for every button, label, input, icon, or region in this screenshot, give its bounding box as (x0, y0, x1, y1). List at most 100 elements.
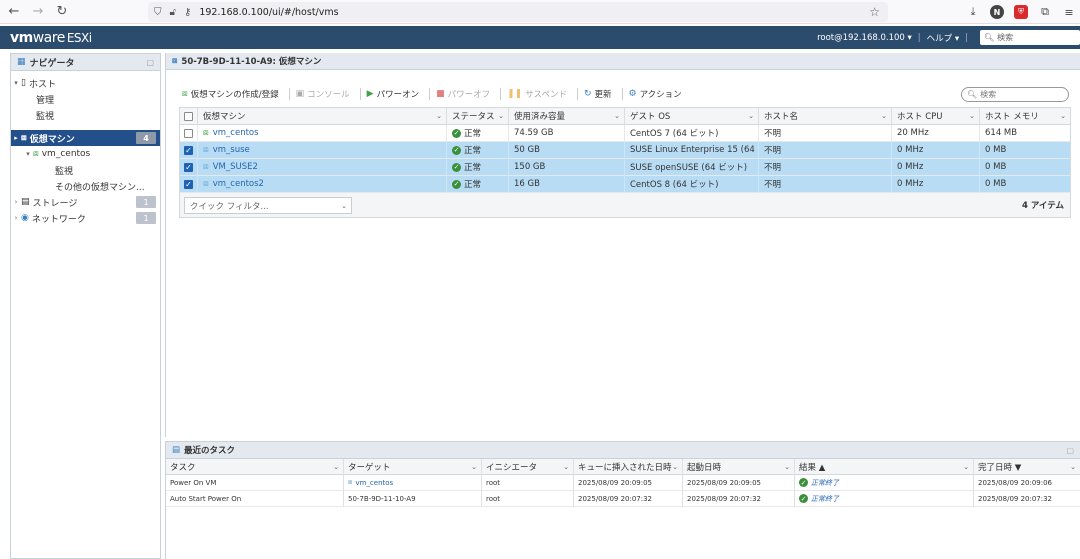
col-host-cpu[interactable]: ホスト CPU ⌄ (892, 107, 980, 125)
col-host-memory[interactable]: ホスト メモリ ⌄ (980, 108, 1070, 125)
navigator-icon: ▦ (17, 57, 26, 67)
table-footer: クイック フィルタ... ⌄ 4 アイテム (180, 193, 1070, 217)
nav-vm-monitor[interactable]: 監視 (11, 162, 160, 178)
reload-icon[interactable]: ↻ (52, 2, 72, 22)
col-guest-os[interactable]: ゲスト OS ⌄ (625, 107, 759, 125)
bookmark-star-icon[interactable]: ☆ (869, 5, 880, 19)
expand-arrow-icon[interactable]: › (11, 214, 21, 222)
collapse-icon[interactable]: ▢ (1066, 446, 1074, 455)
vm-list-panel: ⧈ 50-7B-9D-11-10-A9: 仮想マシン ⧈ 仮想マシンの作成/登録 … (165, 53, 1080, 437)
vm-running-icon: ⧈ (203, 128, 209, 138)
check-circle-icon: ✓ (452, 162, 461, 172)
refresh-button[interactable]: ↻ 更新 (584, 88, 612, 100)
address-bar[interactable]: ⛉ 🔓︎ ⚷ 192.168.0.100/ui/#/host/vms ☆ (148, 2, 888, 22)
expand-arrow-icon[interactable]: ▸ (11, 134, 21, 142)
nav-host[interactable]: ▾ ▯ ホスト (11, 75, 160, 91)
col-used-space[interactable]: 使用済み容量 ⌄ (509, 107, 625, 125)
vm-name-cell[interactable]: ⧈ vm_centos (198, 124, 447, 142)
task-row[interactable]: Power On VM ⧈ vm_centos root 2025/08/09 2… (166, 474, 1080, 491)
quick-filter-dropdown[interactable]: クイック フィルタ... ⌄ (184, 197, 352, 214)
actions-button[interactable]: ⚙ アクション (629, 88, 682, 100)
pause-icon: ❚❚ (507, 89, 523, 99)
host-memory-cell: 0 MB (985, 179, 1007, 189)
vm-group-icon: ⧈ (172, 56, 178, 66)
create-vm-button[interactable]: ⧈ 仮想マシンの作成/登録 (182, 88, 279, 100)
suspend-button[interactable]: ❚❚ サスペンド (507, 88, 567, 100)
nav-other-vms[interactable]: その他の仮想マシン... (11, 178, 160, 194)
check-circle-icon: ✓ (799, 478, 808, 487)
row-checkbox[interactable] (180, 124, 198, 142)
col-status[interactable]: ステータス ⌄ (447, 107, 509, 125)
task-row[interactable]: Auto Start Power On 50-7B-9D-11-10-A9 ro… (166, 490, 1080, 507)
vmware-logo: vmware ESXi (10, 29, 92, 46)
col-task[interactable]: タスク ⌄ (166, 458, 344, 475)
status-cell: ✓ 正常 (447, 124, 509, 142)
col-target[interactable]: ターゲット ⌄ (344, 458, 482, 475)
host-cpu-cell: 0 MHz (892, 175, 980, 193)
extension-shield-icon[interactable]: ⛨ (1014, 5, 1028, 19)
table-row[interactable]: ⧈ vm_centos ✓ 正常 74.59 GB CentOS 7 (64 ビット… (180, 124, 1070, 142)
host-cpu-cell: 20 MHz (892, 124, 980, 142)
search-icon: 🔍︎ (984, 33, 995, 42)
extensions-puzzle-icon[interactable]: ⧉ (1038, 5, 1052, 19)
table-row[interactable]: ✓ ⧈ VM_SUSE2 ✓ 正常 150 GB SUSE openSUSE (64… (180, 158, 1070, 176)
expand-arrow-icon[interactable]: ▾ (23, 150, 33, 158)
vm-name-cell[interactable]: ⧈ vm_centos2 (198, 175, 447, 193)
nav-host-manage[interactable]: 管理 (11, 91, 160, 107)
host-name-cell: 不明 (759, 175, 892, 193)
extension-n-icon[interactable]: N (990, 5, 1004, 19)
vm-name-cell[interactable]: ⧈ vm_suse (198, 141, 447, 159)
host-cpu-cell: 0 MHz (892, 141, 980, 159)
col-initiator[interactable]: イニシエータ ⌄ (482, 458, 574, 475)
download-icon[interactable]: ⤓ (966, 5, 980, 19)
col-result[interactable]: 結果 ▲ ⌄ (795, 458, 974, 475)
expand-arrow-icon[interactable]: › (11, 198, 21, 206)
nav-storage[interactable]: › ▤ ストレージ 1 (11, 194, 160, 210)
vm-search-input[interactable]: 🔍︎ 検索 (961, 87, 1069, 102)
nav-vm-centos[interactable]: ▾ ⧈ vm_centos (11, 146, 160, 162)
refresh-icon: ↻ (583, 89, 592, 99)
forward-icon[interactable]: → (28, 2, 48, 22)
check-circle-icon: ✓ (452, 179, 461, 189)
select-all-checkbox[interactable] (180, 107, 198, 125)
col-queued[interactable]: キューに挿入された日時 ⌄ (574, 458, 683, 475)
collapse-icon[interactable]: ▢ (146, 58, 154, 67)
col-completed[interactable]: 完了日時 ▼ ⌄ (974, 459, 1080, 475)
recent-tasks-panel: ▤ 最近のタスク ▢ タスク ⌄ ターゲット ⌄ イニシエータ ⌄ キューに挿入された… (165, 441, 1080, 559)
back-icon[interactable]: ← (4, 2, 24, 22)
expand-arrow-icon[interactable]: ▾ (11, 79, 21, 87)
check-circle-icon: ✓ (799, 494, 808, 503)
page-title: ⧈ 50-7B-9D-11-10-A9: 仮想マシン (166, 53, 1080, 70)
menu-icon[interactable]: ≡ (1062, 5, 1076, 19)
row-checkbox[interactable]: ✓ (180, 175, 198, 193)
used-space-cell: 50 GB (509, 141, 625, 159)
header-search-input[interactable]: 🔍︎ 検索 (980, 30, 1080, 45)
initiator-cell: root (482, 490, 574, 507)
col-vm-name[interactable]: 仮想マシン ⌄ (198, 107, 447, 125)
vm-name-cell[interactable]: ⧈ VM_SUSE2 (198, 158, 447, 176)
create-vm-icon: ⧈ (182, 89, 188, 99)
status-cell: ✓ 正常 (447, 158, 509, 176)
completed-cell: 2025/08/09 20:09:06 (978, 478, 1053, 487)
vm-table: 仮想マシン ⌄ ステータス ⌄ 使用済み容量 ⌄ ゲスト OS ⌄ ホスト名 ⌄ ホスト … (179, 107, 1071, 218)
table-row[interactable]: ✓ ⧈ vm_suse ✓ 正常 50 GB SUSE Linux Enterpri… (180, 141, 1070, 159)
check-circle-icon: ✓ (452, 145, 461, 155)
row-checkbox[interactable]: ✓ (180, 141, 198, 159)
user-menu[interactable]: root@192.168.0.100 ▾ (817, 33, 912, 43)
nav-host-monitor[interactable]: 監視 (11, 107, 160, 123)
vm-off-icon: ⧈ (203, 145, 209, 155)
power-off-button[interactable]: ■ パワーオフ (436, 88, 490, 100)
target-cell[interactable]: ⧈ vm_centos (344, 474, 482, 491)
power-on-button[interactable]: ▶ パワーオン (367, 88, 419, 100)
target-cell[interactable]: 50-7B-9D-11-10-A9 (344, 490, 482, 507)
row-checkbox[interactable]: ✓ (180, 158, 198, 176)
network-count-badge: 1 (136, 212, 156, 224)
nav-virtual-machines[interactable]: ▸ ⧈ 仮想マシン 4 (11, 130, 160, 146)
nav-network[interactable]: › ◉ ネットワーク 1 (11, 210, 160, 226)
console-button[interactable]: ▣ コンソール (296, 88, 350, 100)
result-cell: ✓ 正常終了 (795, 490, 974, 507)
col-host-name[interactable]: ホスト名 ⌄ (759, 107, 892, 125)
help-menu[interactable]: ヘルプ ▾ (927, 32, 959, 44)
col-started[interactable]: 起動日時 ⌄ (683, 458, 795, 475)
table-row[interactable]: ✓ ⧈ vm_centos2 ✓ 正常 16 GB CentOS 8 (64 ビット… (180, 175, 1070, 193)
